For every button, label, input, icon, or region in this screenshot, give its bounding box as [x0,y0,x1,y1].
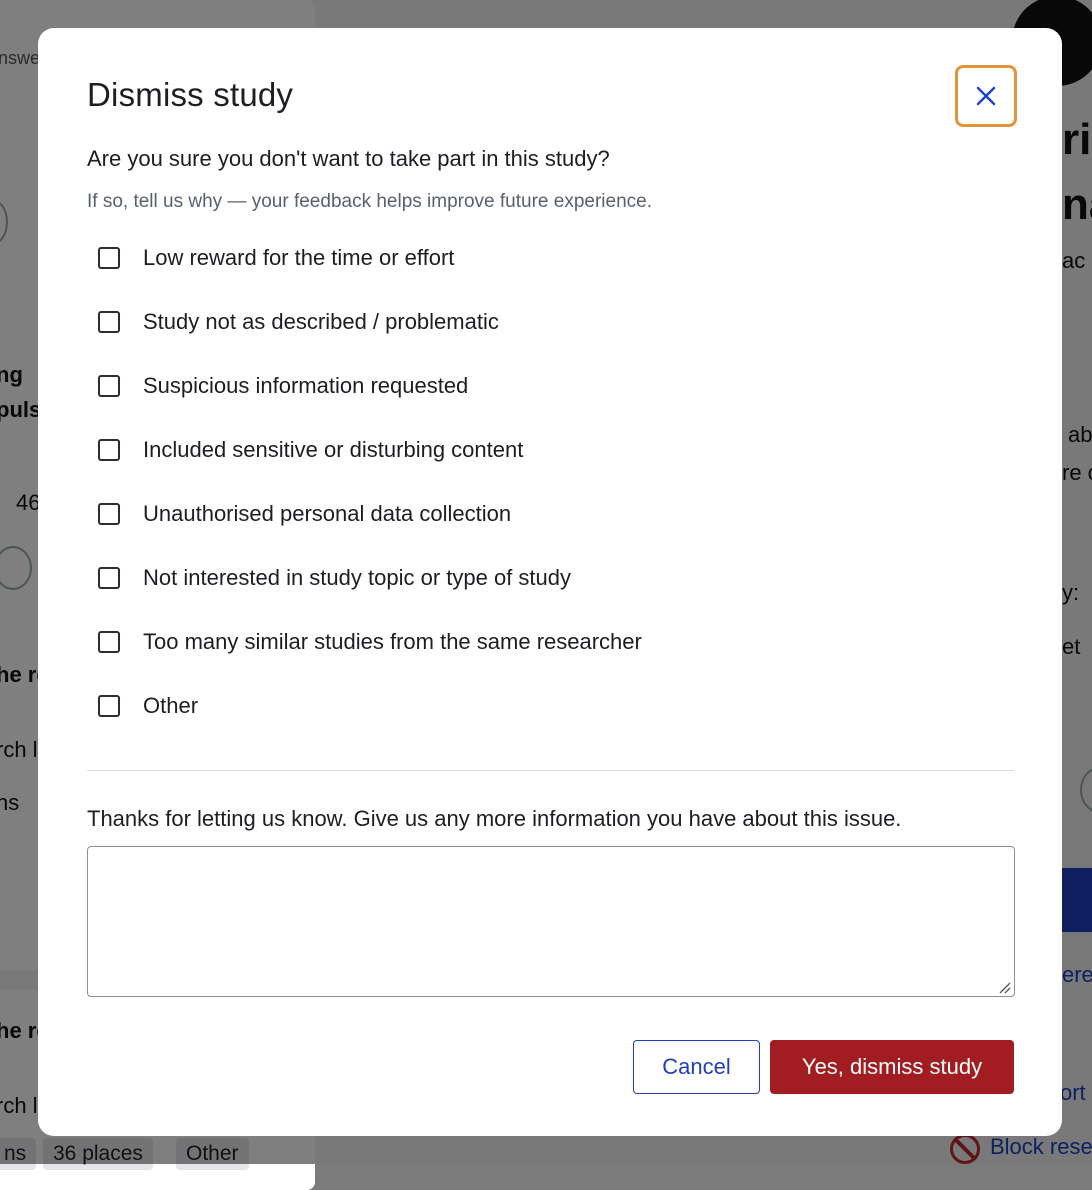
reason-option-low-reward[interactable]: Low reward for the time or effort [98,226,642,290]
dialog-hint: If so, tell us why — your feedback helps… [87,191,652,212]
checkbox[interactable] [98,439,120,461]
resize-grip-icon[interactable] [995,978,1011,994]
option-label: Other [143,693,199,718]
more-info-label: Thanks for letting us know. Give us any … [87,806,902,831]
more-info-textarea[interactable] [87,846,1015,997]
dialog-title: Dismiss study [87,76,294,113]
checkbox[interactable] [98,567,120,589]
close-icon [976,86,996,106]
dialog-question: Are you sure you don't want to take part… [87,146,610,171]
option-label: Unauthorised personal data collection [143,501,512,526]
dismiss-study-dialog: Dismiss study Are you sure you don't wan… [38,28,1062,1136]
checkbox[interactable] [98,375,120,397]
divider [87,770,1014,771]
option-label: Not interested in study topic or type of… [143,565,572,590]
reason-option-suspicious-info[interactable]: Suspicious information requested [98,354,642,418]
option-label: Study not as described / problematic [143,309,499,334]
checkbox[interactable] [98,695,120,717]
reason-option-not-interested[interactable]: Not interested in study topic or type of… [98,546,642,610]
option-label: Low reward for the time or effort [143,245,455,270]
dismiss-study-button[interactable]: Yes, dismiss study [770,1040,1014,1094]
cancel-button[interactable]: Cancel [633,1040,760,1094]
reason-option-sensitive-content[interactable]: Included sensitive or disturbing content [98,418,642,482]
reason-option-other[interactable]: Other [98,674,642,738]
checkbox[interactable] [98,631,120,653]
reason-option-not-as-described[interactable]: Study not as described / problematic [98,290,642,354]
checkbox[interactable] [98,311,120,333]
checkbox[interactable] [98,503,120,525]
option-label: Too many similar studies from the same r… [143,629,642,654]
reason-options: Low reward for the time or effort Study … [98,226,642,738]
option-label: Suspicious information requested [143,373,469,398]
close-button[interactable] [955,65,1017,127]
reason-option-too-many-similar[interactable]: Too many similar studies from the same r… [98,610,642,674]
checkbox[interactable] [98,247,120,269]
reason-option-data-collection[interactable]: Unauthorised personal data collection [98,482,642,546]
option-label: Included sensitive or disturbing content [143,437,524,462]
